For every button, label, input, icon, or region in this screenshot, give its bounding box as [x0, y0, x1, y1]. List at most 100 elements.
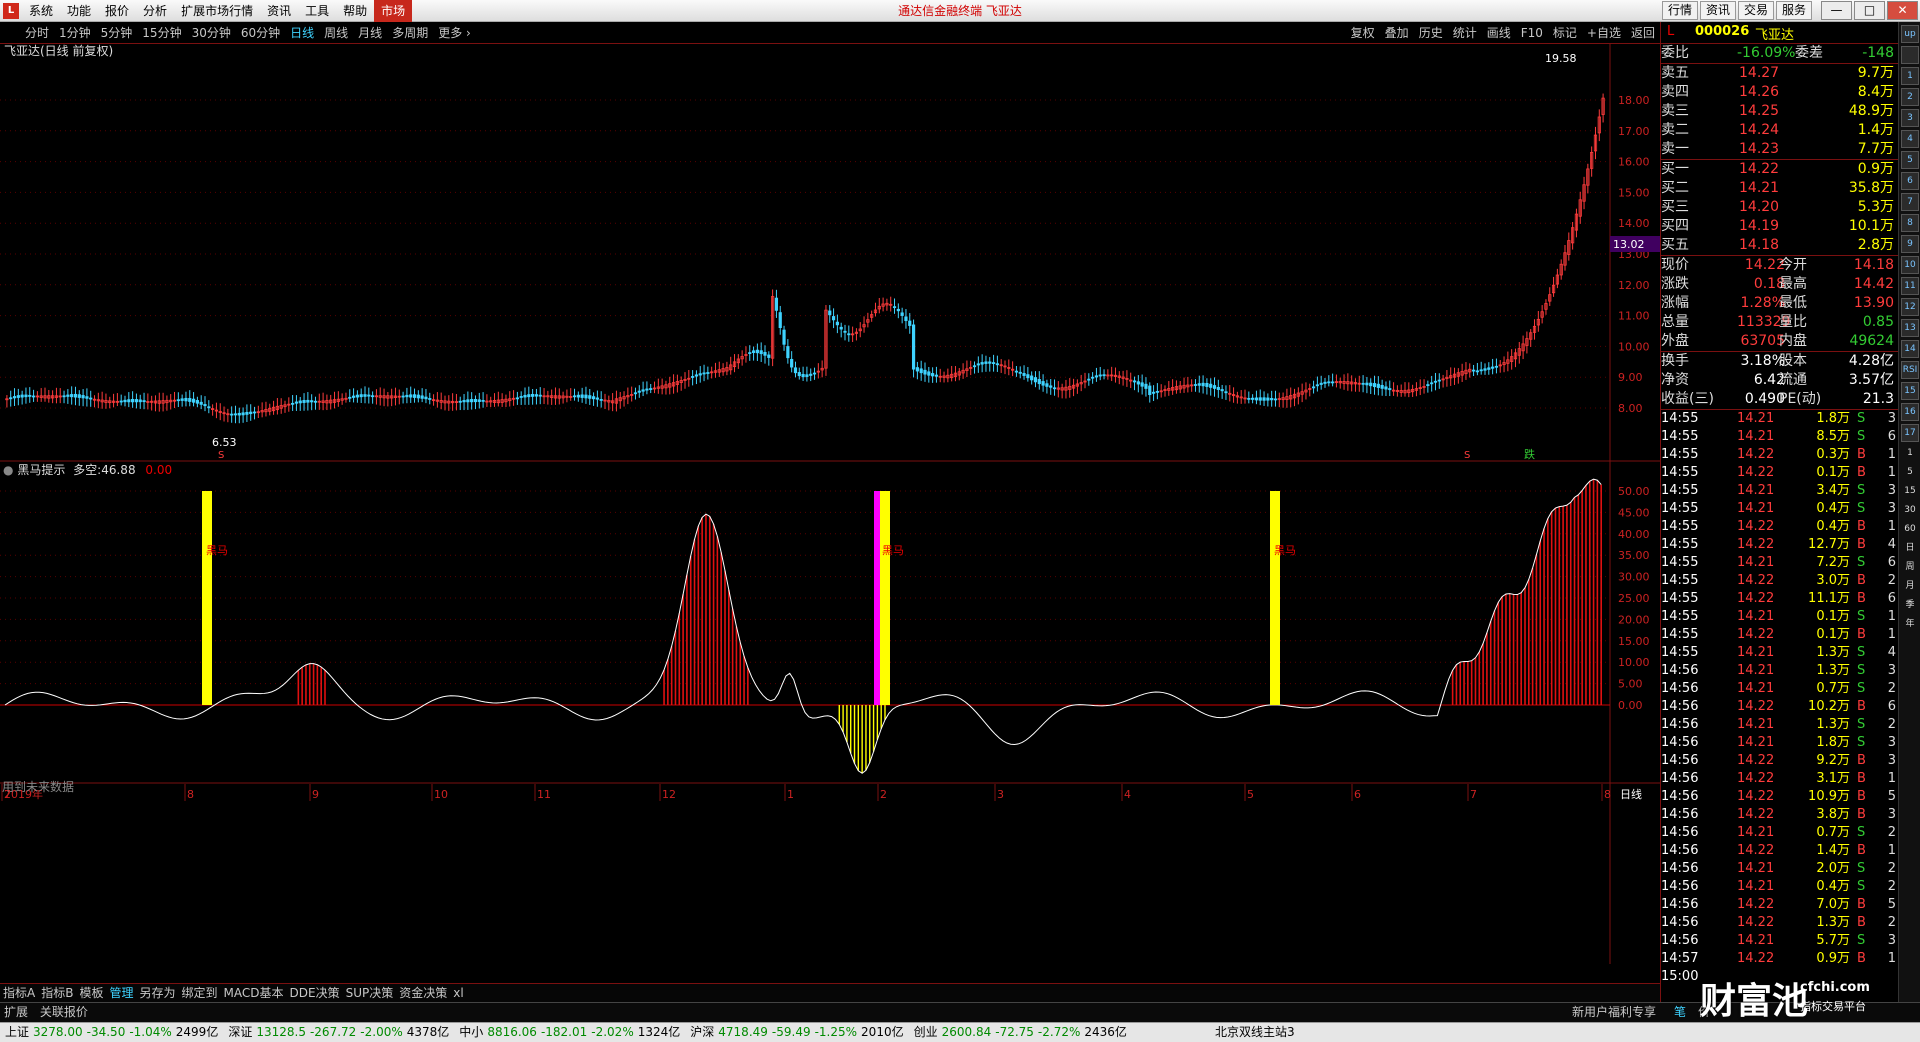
indicator-tab-9[interactable]: 资金决策	[396, 984, 450, 1002]
sidebar-icon-15[interactable]: 15	[1901, 382, 1919, 400]
sidebar-icon-14[interactable]: 14	[1901, 340, 1919, 358]
tick-time: 14:55	[1661, 465, 1699, 480]
close-button[interactable]: ✕	[1887, 1, 1918, 20]
period-tab-3[interactable]: 15分钟	[137, 22, 186, 44]
sidebar-icon-7[interactable]: 7	[1901, 193, 1919, 211]
menu-item-8[interactable]: 市场	[374, 0, 413, 22]
sidebar-icon-12[interactable]: 12	[1901, 298, 1919, 316]
index-4[interactable]: 创业 2600.84 -72.75 -2.72% 2436亿	[909, 1025, 1132, 1039]
menu-item-2[interactable]: 报价	[98, 0, 136, 22]
stat-row-0-value2: 14.18	[1853, 257, 1894, 273]
menu-item-3[interactable]: 分析	[136, 0, 174, 22]
sidebar-icon-11[interactable]: 11	[1901, 277, 1919, 295]
indicator-toggle-icon[interactable]: ●	[3, 463, 13, 477]
chart-area[interactable]: 18.00 17.00 16.00 15.00 14.00 13.00 12.00 11.00…	[0, 44, 1660, 964]
sidebar-period-6[interactable]: 周	[1901, 559, 1919, 575]
sidebar-icon-4[interactable]: 4	[1901, 130, 1919, 148]
sidebar-icon-RSI[interactable]: RSI	[1901, 361, 1919, 379]
top-button-2[interactable]: 交易	[1737, 1, 1774, 20]
sidebar-period-2[interactable]: 15	[1901, 483, 1919, 499]
period-tab-1[interactable]: 1分钟	[54, 22, 96, 44]
sidebar-icon-down[interactable]	[1901, 46, 1919, 64]
sidebar-period-9[interactable]: 年	[1901, 616, 1919, 632]
sidebar-icon-17[interactable]: 17	[1901, 424, 1919, 442]
minimize-button[interactable]: —	[1821, 1, 1852, 20]
sidebar-icon-13[interactable]: 13	[1901, 319, 1919, 337]
indicator-tab-4[interactable]: 另存为	[136, 984, 178, 1002]
menu-item-6[interactable]: 工具	[298, 0, 336, 22]
sidebar-icon-3[interactable]: 3	[1901, 109, 1919, 127]
tool-button-1[interactable]: 叠加	[1380, 22, 1414, 44]
indicator-tab-8[interactable]: SUP决策	[343, 984, 397, 1002]
sidebar-period-3[interactable]: 30	[1901, 502, 1919, 518]
sidebar-period-1[interactable]: 5	[1901, 464, 1919, 480]
menu-item-7[interactable]: 帮助	[336, 0, 374, 22]
sidebar-icon-8[interactable]: 8	[1901, 214, 1919, 232]
sidebar-icon-5[interactable]: 5	[1901, 151, 1919, 169]
indicator-tab-1[interactable]: 指标B	[38, 984, 76, 1002]
tool-button-5[interactable]: F10	[1516, 22, 1548, 44]
tick-row: 14:56 14.21 1.3万 S 3	[1661, 662, 1898, 680]
indicator-tab-3[interactable]: 管理	[106, 984, 136, 1002]
index-2[interactable]: 中小 8816.06 -182.01 -2.02% 1324亿	[454, 1025, 685, 1039]
sidebar-icon-2[interactable]: 2	[1901, 88, 1919, 106]
indicator-tab-0[interactable]: 指标A	[0, 984, 38, 1002]
sidebar-icon-up[interactable]: up	[1901, 25, 1919, 43]
period-tab-4[interactable]: 30分钟	[187, 22, 236, 44]
tool-button-7[interactable]: +自选	[1582, 22, 1626, 44]
menu-item-1[interactable]: 功能	[60, 0, 98, 22]
sidebar-period-4[interactable]: 60	[1901, 521, 1919, 537]
tick-list[interactable]: 14:55 14.21 1.8万 S 3 14:55 14.21 8.5万 S 6 14:55 14.…	[1661, 409, 1898, 986]
kline-chart-canvas[interactable]: 18.0017.0016.0015.0014.0013.0012.0011.00…	[0, 44, 1660, 964]
period-tab-8[interactable]: 月线	[353, 22, 387, 44]
stat2-row-2-value2: 21.3	[1862, 391, 1894, 407]
sidebar-icon-6[interactable]: 6	[1901, 172, 1919, 190]
period-tab-7[interactable]: 周线	[319, 22, 353, 44]
top-button-0[interactable]: 行情	[1661, 1, 1698, 20]
tick-volume: 0.4万	[1816, 519, 1850, 534]
tool-button-4[interactable]: 画线	[1482, 22, 1516, 44]
sidebar-icon-10[interactable]: 10	[1901, 256, 1919, 274]
period-tab-10[interactable]: 更多 ›	[433, 22, 476, 44]
tab-trades[interactable]: 笔	[1670, 1003, 1690, 1022]
menu-item-0[interactable]: 系统	[22, 0, 60, 22]
period-tab-2[interactable]: 5分钟	[96, 22, 138, 44]
maximize-button[interactable]: □	[1854, 1, 1885, 20]
tick-time: 14:56	[1661, 861, 1699, 876]
top-button-3[interactable]: 服务	[1775, 1, 1812, 20]
tool-button-6[interactable]: 标记	[1548, 22, 1582, 44]
new-user-benefits-link[interactable]: 新用户福利专享	[1568, 1003, 1660, 1022]
sidebar-period-8[interactable]: 季	[1901, 597, 1919, 613]
sidebar-period-0[interactable]: 1	[1901, 445, 1919, 461]
tool-button-2[interactable]: 历史	[1414, 22, 1448, 44]
menu-item-4[interactable]: 扩展市场行情	[174, 0, 260, 22]
period-tab-0[interactable]: 分时	[20, 22, 54, 44]
sidebar-period-5[interactable]: 日	[1901, 540, 1919, 556]
period-tab-6[interactable]: 日线	[285, 22, 319, 44]
buy-level-4-price: 14.19	[1739, 218, 1780, 234]
index-3[interactable]: 沪深 4718.49 -59.49 -1.25% 2010亿	[685, 1025, 908, 1039]
related-quotes-button[interactable]: 关联报价	[36, 1005, 92, 1019]
expand-button[interactable]: 扩展	[0, 1005, 32, 1019]
sidebar-icon-16[interactable]: 16	[1901, 403, 1919, 421]
tick-side: S	[1857, 717, 1866, 732]
menu-item-5[interactable]: 资讯	[260, 0, 298, 22]
sidebar-period-7[interactable]: 月	[1901, 578, 1919, 594]
candle-body	[755, 349, 759, 354]
tool-button-3[interactable]: 统计	[1448, 22, 1482, 44]
top-button-1[interactable]: 资讯	[1699, 1, 1736, 20]
indicator-tab-7[interactable]: DDE决策	[287, 984, 343, 1002]
sidebar-icon-1[interactable]: 1	[1901, 67, 1919, 85]
index-1[interactable]: 深证 13128.5 -267.72 -2.00% 4378亿	[223, 1025, 454, 1039]
index-0[interactable]: 上证 3278.00 -34.50 -1.04% 2499亿	[0, 1025, 223, 1039]
sidebar-icon-9[interactable]: 9	[1901, 235, 1919, 253]
indicator-tab-2[interactable]: 模板	[76, 984, 106, 1002]
tool-button-8[interactable]: 返回	[1626, 22, 1660, 44]
period-tab-5[interactable]: 60分钟	[236, 22, 285, 44]
period-tab-9[interactable]: 多周期	[387, 22, 433, 44]
indicator-tab-10[interactable]: xl	[450, 984, 466, 1002]
tool-button-0[interactable]: 复权	[1346, 22, 1380, 44]
indicator-tab-5[interactable]: 绑定到	[179, 984, 221, 1002]
indicator-tab-6[interactable]: MACD基本	[221, 984, 287, 1002]
candle-body	[805, 374, 809, 377]
